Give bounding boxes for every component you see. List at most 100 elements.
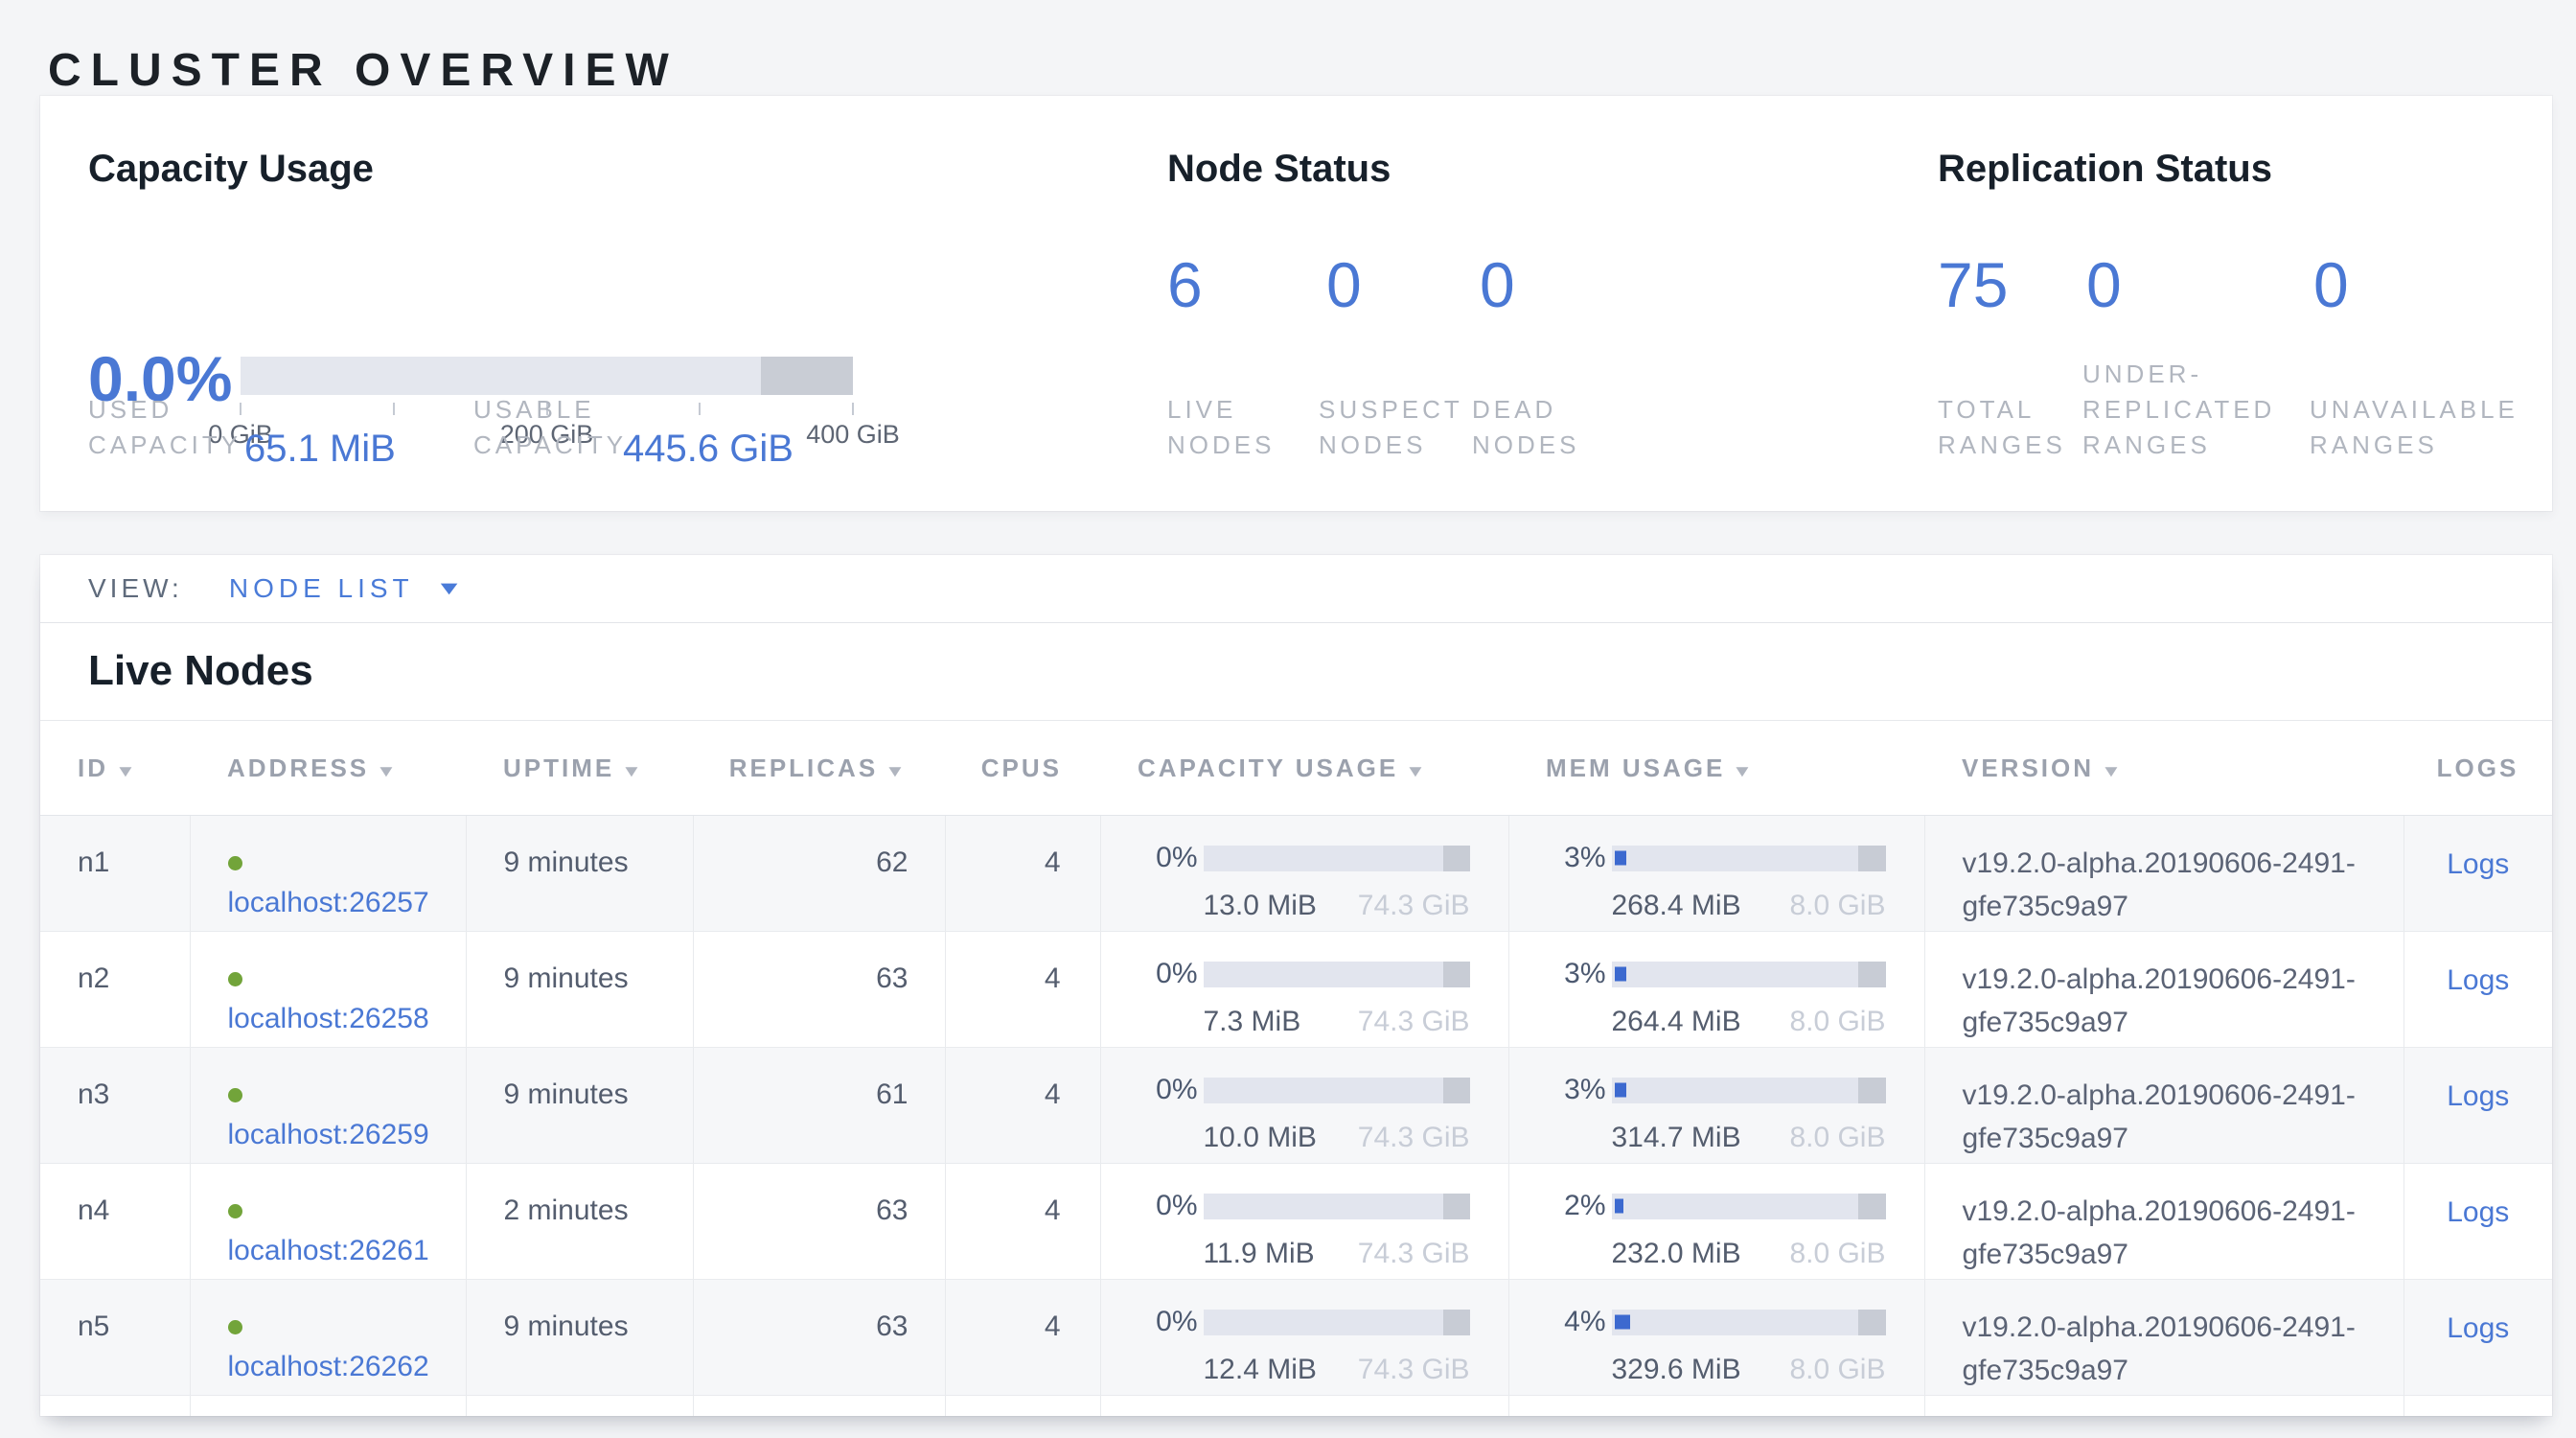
- view-dropdown-value: NODE LIST: [229, 573, 414, 604]
- node-address-link[interactable]: localhost:26257: [228, 887, 429, 918]
- capacity-usage-cell: 0% 10.0 MiB 74.3 GiB: [1100, 1048, 1508, 1164]
- mem-used-value: 264.4 MiB: [1612, 1002, 1741, 1042]
- column-header-uptime[interactable]: UPTIME▼: [466, 721, 693, 816]
- capacity-total-value: 74.3 GiB: [1358, 1118, 1470, 1158]
- node-address-link[interactable]: localhost:26261: [228, 1235, 429, 1266]
- capacity-used-value: 7.3 MiB: [1204, 1002, 1301, 1042]
- version-cell: v19.2.0-alpha.20190606-2491-gfe735c9a97: [1924, 816, 2404, 932]
- node-address-link[interactable]: localhost:26258: [228, 1003, 429, 1034]
- used-capacity-label: USED CAPACITY: [88, 392, 253, 463]
- table-row[interactable]: n2 localhost:26258 9 minutes 63 4 0% 7.3…: [40, 932, 2552, 1048]
- sort-arrow-icon: ▼: [115, 762, 140, 781]
- capacity-bar: [1204, 962, 1470, 987]
- cpus-cell: 4: [945, 932, 1100, 1048]
- live-nodes-label: LIVE NODES: [1167, 392, 1321, 463]
- mem-used-value: 268.4 MiB: [1612, 886, 1741, 926]
- capacity-usage-cell: 0% 11.9 MiB 74.3 GiB: [1100, 1164, 1508, 1280]
- capacity-total-value: 74.3 GiB: [1358, 886, 1470, 926]
- capacity-used-value: 11.9 MiB: [1204, 1234, 1315, 1274]
- capacity-pct-label: 0%: [1138, 1186, 1198, 1226]
- logs-link[interactable]: Logs: [2447, 1312, 2509, 1344]
- capacity-bar-cap: [761, 357, 853, 395]
- mem-total-value: 8.0 GiB: [1789, 1234, 1885, 1274]
- capacity-pct-label: 0%: [1138, 838, 1198, 878]
- logs-link[interactable]: Logs: [2447, 1080, 2509, 1112]
- replicas-cell: 62: [693, 816, 945, 932]
- live-nodes-title: Live Nodes: [88, 650, 2552, 692]
- mem-used-value: 329.6 MiB: [1612, 1350, 1741, 1390]
- mem-pct-label: 4%: [1547, 1302, 1606, 1342]
- version-cell: v19.2.0-alpha.20190606-2491-gfe735c9a97: [1924, 1048, 2404, 1164]
- logs-link[interactable]: Logs: [2447, 1196, 2509, 1228]
- replicas-cell: 61: [693, 1048, 945, 1164]
- capacity-total-value: 74.3 GiB: [1358, 1002, 1470, 1042]
- logs-cell: Logs: [2404, 1280, 2552, 1396]
- logs-link[interactable]: Logs: [2447, 964, 2509, 996]
- replication-status-section: Replication Status 75TOTAL RANGES 0UNDER…: [1938, 96, 2576, 511]
- column-header-mem[interactable]: MEM USAGE▼: [1508, 721, 1924, 816]
- mem-pct-label: 3%: [1547, 838, 1606, 878]
- capacity-usage-cell: 0% 12.4 MiB 74.3 GiB: [1100, 1280, 1508, 1396]
- suspect-nodes-count: 0: [1326, 253, 1362, 316]
- mem-total-value: 8.0 GiB: [1789, 886, 1885, 926]
- mem-used-value: 232.0 MiB: [1612, 1234, 1741, 1274]
- cluster-overview-page: CLUSTER OVERVIEW Capacity Usage 0.0% 0 G…: [0, 0, 2576, 1438]
- capacity-used-value: 12.4 MiB: [1204, 1350, 1317, 1390]
- uptime-cell: 9 minutes: [466, 1048, 693, 1164]
- sort-arrow-icon: ▼: [885, 762, 909, 781]
- node-address-cell: localhost:26261: [190, 1164, 466, 1280]
- summary-card: Capacity Usage 0.0% 0 GiB200 GiB400 GiB …: [40, 96, 2552, 511]
- mem-pct-label: 3%: [1547, 954, 1606, 994]
- sort-arrow-icon: ▼: [1732, 762, 1757, 781]
- table-row[interactable]: n1 localhost:26257 9 minutes 62 4 0% 13.…: [40, 816, 2552, 932]
- capacity-used-value: 13.0 MiB: [1204, 886, 1317, 926]
- cpus-cell: 4: [945, 1164, 1100, 1280]
- dead-nodes-count: 0: [1480, 253, 1515, 316]
- under-replicated-count: 0: [2086, 253, 2122, 316]
- capacity-total-value: 74.3 GiB: [1358, 1350, 1470, 1390]
- uptime-cell: 9 minutes: [466, 932, 693, 1048]
- cpus-cell: 4: [945, 816, 1100, 932]
- mem-total-value: 8.0 GiB: [1789, 1118, 1885, 1158]
- node-id-cell: n4: [40, 1164, 190, 1280]
- table-row[interactable]: n5 localhost:26262 9 minutes 63 4 0% 12.…: [40, 1280, 2552, 1396]
- column-header-address[interactable]: ADDRESS▼: [190, 721, 466, 816]
- column-header-version[interactable]: VERSION▼: [1924, 721, 2404, 816]
- live-status-dot-icon: [228, 856, 242, 870]
- capacity-pct-label: 0%: [1138, 1070, 1198, 1110]
- suspect-nodes-label: SUSPECT NODES: [1319, 392, 1486, 463]
- logs-cell: Logs: [2404, 932, 2552, 1048]
- capacity-pct-label: 0%: [1138, 1302, 1198, 1342]
- column-header-logs: LOGS: [2404, 721, 2552, 816]
- column-header-replicas[interactable]: REPLICAS▼: [693, 721, 945, 816]
- logs-link[interactable]: Logs: [2447, 848, 2509, 880]
- sort-arrow-icon: ▼: [376, 762, 401, 781]
- logs-cell: Logs: [2404, 816, 2552, 932]
- node-address-cell: localhost:26257: [190, 816, 466, 932]
- logs-cell: Logs: [2404, 1164, 2552, 1280]
- mem-total-value: 8.0 GiB: [1789, 1350, 1885, 1390]
- capacity-usage-cell: 0% 13.0 MiB 74.3 GiB: [1100, 816, 1508, 932]
- capacity-usage-title: Capacity Usage: [88, 150, 912, 188]
- table-header-row: ID▼ADDRESS▼UPTIME▼REPLICAS▼CPUSCAPACITY …: [40, 721, 2552, 816]
- node-id-cell: n1: [40, 816, 190, 932]
- table-row[interactable]: n3 localhost:26259 9 minutes 61 4 0% 10.…: [40, 1048, 2552, 1164]
- capacity-total-value: 74.3 GiB: [1358, 1234, 1470, 1274]
- node-status-section: Node Status 6LIVE NODES 0SUSPECT NODES 0…: [1167, 96, 1857, 511]
- unavailable-ranges-label: UNAVAILABLE RANGES: [2310, 392, 2549, 463]
- node-address-cell: localhost:26262: [190, 1280, 466, 1396]
- node-address-link[interactable]: localhost:26262: [228, 1351, 429, 1382]
- table-row[interactable]: n4 localhost:26261 2 minutes 63 4 0% 11.…: [40, 1164, 2552, 1280]
- view-dropdown[interactable]: NODE LIST ▼: [229, 573, 465, 604]
- version-cell: v19.2.0-alpha.20190606-2491-gfe735c9a97: [1924, 1280, 2404, 1396]
- live-nodes-count: 6: [1167, 253, 1203, 316]
- sort-arrow-icon: ▼: [1405, 762, 1430, 781]
- column-header-id[interactable]: ID▼: [40, 721, 190, 816]
- node-address-link[interactable]: localhost:26259: [228, 1119, 429, 1150]
- replicas-cell: 63: [693, 1280, 945, 1396]
- column-header-capacity[interactable]: CAPACITY USAGE▼: [1100, 721, 1508, 816]
- column-header-cpus: CPUS: [945, 721, 1100, 816]
- capacity-bar: [1204, 1078, 1470, 1103]
- mem-usage-cell: 2% 232.0 MiB 8.0 GiB: [1508, 1164, 1924, 1280]
- cpus-cell: 4: [945, 1048, 1100, 1164]
